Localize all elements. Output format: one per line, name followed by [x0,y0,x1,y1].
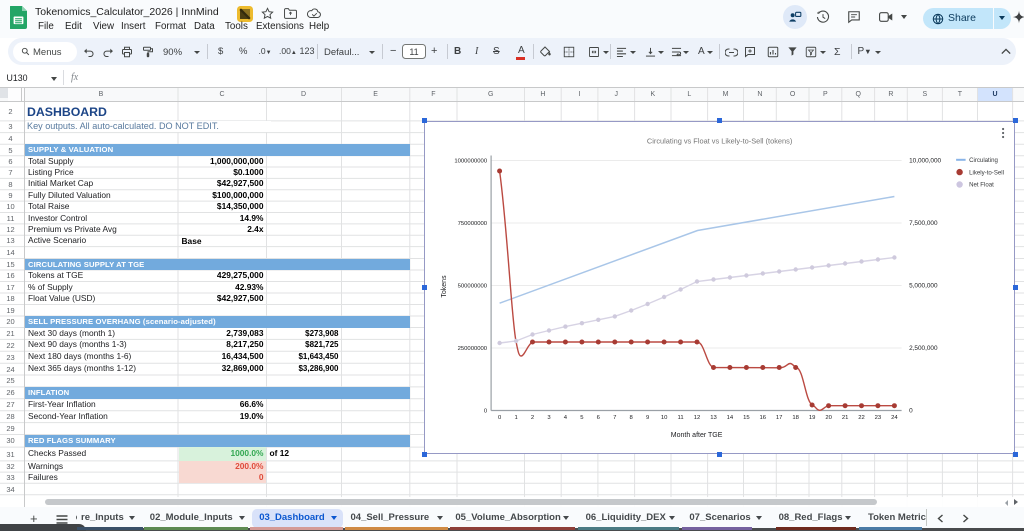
svg-text:Month after TGE: Month after TGE [671,432,723,439]
svg-text:0: 0 [484,408,488,414]
svg-text:2: 2 [531,415,534,421]
svg-text:0: 0 [909,407,913,414]
svg-text:17: 17 [776,415,783,421]
svg-text:Net Float: Net Float [969,181,994,188]
svg-text:23: 23 [875,415,882,421]
svg-text:14: 14 [727,415,734,421]
svg-text:750000000: 750000000 [458,221,488,227]
svg-text:19: 19 [809,415,816,421]
svg-text:0: 0 [498,415,502,421]
svg-text:20: 20 [826,415,833,421]
svg-text:8: 8 [630,415,634,421]
svg-text:2,500,000: 2,500,000 [909,345,938,352]
svg-text:16: 16 [760,415,767,421]
svg-text:10,000,000: 10,000,000 [909,157,941,164]
svg-text:1: 1 [515,415,518,421]
svg-text:6: 6 [597,415,601,421]
svg-text:500000000: 500000000 [458,283,488,289]
svg-text:21: 21 [842,415,849,421]
svg-text:12: 12 [694,415,701,421]
svg-text:7: 7 [614,415,617,421]
svg-text:7,500,000: 7,500,000 [909,220,938,227]
svg-text:11: 11 [678,415,684,421]
svg-text:4: 4 [564,415,568,421]
svg-text:3: 3 [548,415,552,421]
svg-text:22: 22 [859,415,866,421]
svg-text:Circulating: Circulating [969,157,998,164]
svg-text:1000000000: 1000000000 [455,158,488,164]
svg-text:9: 9 [646,415,649,421]
svg-text:5,000,000: 5,000,000 [909,282,938,289]
svg-text:Likely-to-Sell: Likely-to-Sell [969,169,1004,176]
svg-text:24: 24 [892,415,899,421]
svg-text:250000000: 250000000 [458,346,488,352]
svg-text:Tokens: Tokens [441,274,448,297]
svg-text:15: 15 [744,415,751,421]
svg-text:18: 18 [793,415,800,421]
svg-text:13: 13 [711,415,718,421]
svg-text:5: 5 [581,415,585,421]
svg-text:Circulating vs Float vs Likely: Circulating vs Float vs Likely-to-Sell (… [647,136,792,145]
svg-text:10: 10 [661,415,668,421]
